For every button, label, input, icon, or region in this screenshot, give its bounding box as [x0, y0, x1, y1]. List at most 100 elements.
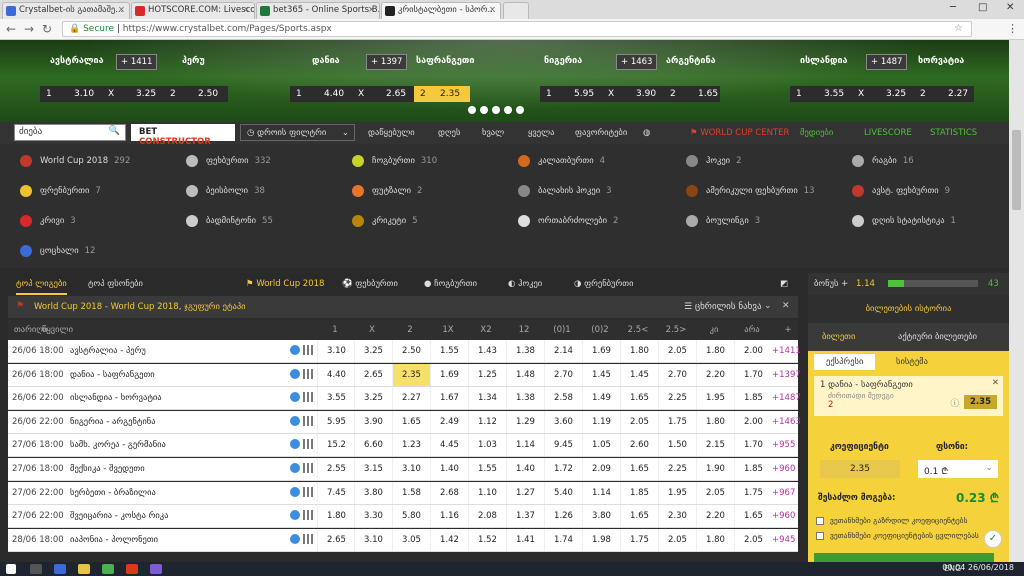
- odd-cell[interactable]: 1.65: [392, 410, 430, 433]
- odd-cell[interactable]: 1.03: [468, 434, 506, 457]
- odd-cell[interactable]: 3.80: [582, 505, 620, 528]
- odd-cell[interactable]: 1.90: [696, 458, 734, 480]
- odd-cell[interactable]: 3.90: [354, 410, 392, 433]
- stats-icon[interactable]: [290, 463, 300, 473]
- odd-cell[interactable]: 2.30: [658, 505, 696, 528]
- odd-cell[interactable]: 7.45: [317, 481, 355, 504]
- close-icon[interactable]: ✕: [992, 378, 999, 388]
- tab-system[interactable]: სისტემა: [896, 357, 928, 367]
- more-markets-link[interactable]: +1397: [772, 370, 801, 380]
- odd-cell[interactable]: 1.80: [696, 340, 734, 362]
- odd-cell[interactable]: 1.14: [506, 434, 544, 457]
- chart-bars-icon[interactable]: [303, 345, 313, 355]
- odd-cell[interactable]: 1.58: [392, 481, 430, 504]
- start-icon[interactable]: [6, 564, 16, 574]
- odd-cell[interactable]: 1.85: [734, 387, 772, 410]
- odd-cell[interactable]: 1.34: [468, 387, 506, 410]
- tab-express[interactable]: ექსპრესი: [814, 354, 876, 370]
- more-markets-link[interactable]: +1411: [772, 346, 801, 356]
- stats-icon[interactable]: [290, 439, 300, 450]
- more-markets-link[interactable]: +960: [772, 464, 795, 474]
- close-icon[interactable]: ×: [368, 5, 375, 15]
- odd-cell[interactable]: 4.45: [430, 434, 468, 457]
- carousel-dot[interactable]: [492, 106, 500, 114]
- odd-away[interactable]: 2.50: [198, 86, 218, 102]
- odd-cell[interactable]: 2.14: [544, 340, 582, 362]
- tab-hockey[interactable]: ◐ ჰოკეი: [508, 279, 542, 289]
- odd-cell[interactable]: 3.30: [354, 505, 392, 528]
- more-markets-link[interactable]: +1463: [772, 417, 801, 427]
- odd-cell[interactable]: 2.27: [392, 387, 430, 410]
- odd-cell[interactable]: 2.25: [658, 458, 696, 480]
- odd-draw[interactable]: 3.25: [136, 86, 156, 102]
- odd-cell[interactable]: 1.48: [506, 363, 544, 386]
- time-filter-dropdown[interactable]: ◷ დროის ფილტრი ⌄: [240, 124, 355, 141]
- accept-odds-change-checkbox[interactable]: ვეთანხმები კოეფიციენტების ცვლილებას: [816, 531, 996, 540]
- odd-cell[interactable]: 2.00: [734, 340, 772, 362]
- odd-cell[interactable]: 1.67: [430, 387, 468, 410]
- odd-cell[interactable]: 1.27: [506, 481, 544, 504]
- odd-cell[interactable]: 1.74: [544, 528, 582, 551]
- odd-away[interactable]: 1.65: [698, 86, 718, 102]
- more-markets-link[interactable]: +945: [772, 535, 795, 545]
- chevron-down-icon[interactable]: ⌄: [985, 463, 993, 473]
- livescore-link[interactable]: LIVESCORE: [864, 128, 912, 138]
- browser-tab-active[interactable]: კრისტალბეთი - სპორ... ×: [381, 2, 501, 19]
- odd-cell[interactable]: 1.40: [506, 458, 544, 480]
- odd-cell[interactable]: 3.05: [392, 528, 430, 551]
- odd-cell[interactable]: 2.49: [430, 410, 468, 433]
- odd-home[interactable]: 3.10: [74, 86, 94, 102]
- search-input[interactable]: ძიება 🔍: [14, 124, 126, 141]
- statistics-link[interactable]: STATISTICS: [930, 128, 977, 138]
- stats-icon[interactable]: [290, 415, 300, 426]
- odd-draw[interactable]: 2.65: [386, 86, 406, 102]
- odd-cell[interactable]: 2.15: [696, 434, 734, 457]
- odd-cell[interactable]: 1.85: [734, 458, 772, 480]
- nav-all[interactable]: ყველა: [528, 128, 554, 138]
- odd-cell[interactable]: 4.40: [317, 363, 355, 386]
- chrome-icon[interactable]: [102, 564, 114, 574]
- odd-cell[interactable]: 1.45: [582, 363, 620, 386]
- maximize-icon[interactable]: □: [978, 2, 987, 13]
- back-icon[interactable]: ←: [6, 22, 16, 36]
- match-name[interactable]: იაპონია - პოლონეთი: [70, 535, 158, 545]
- odd-cell[interactable]: 1.38: [506, 340, 544, 362]
- close-window-icon[interactable]: ✕: [1006, 2, 1014, 13]
- shield-icon[interactable]: ✓: [984, 530, 1002, 548]
- odd-draw[interactable]: 3.25: [886, 86, 906, 102]
- reload-icon[interactable]: ↻: [42, 22, 52, 36]
- odd-cell[interactable]: 15.2: [317, 434, 355, 457]
- odd-cell[interactable]: 2.05: [658, 528, 696, 551]
- more-markets-link[interactable]: +1487: [772, 393, 801, 403]
- browser-menu-icon[interactable]: ⋮: [1007, 22, 1018, 35]
- odd-cell[interactable]: 1.37: [506, 505, 544, 528]
- odd-cell[interactable]: 1.19: [582, 410, 620, 433]
- odd-cell[interactable]: 1.12: [468, 410, 506, 433]
- nav-today[interactable]: დღეს: [438, 128, 460, 138]
- odd-cell[interactable]: 3.15: [354, 458, 392, 480]
- odd-cell[interactable]: 1.80: [620, 340, 658, 362]
- scrollbar-thumb[interactable]: [1012, 130, 1021, 210]
- address-bar[interactable]: 🔒 Secure | https://www.crystalbet.com/Pa…: [62, 21, 972, 37]
- odd-draw[interactable]: 3.90: [636, 86, 656, 102]
- odd-cell[interactable]: 1.85: [620, 481, 658, 504]
- tab-football[interactable]: ⚽ ფეხბურთი: [342, 279, 398, 289]
- odd-cell[interactable]: 2.65: [317, 528, 355, 551]
- close-icon[interactable]: ×: [489, 5, 496, 15]
- collapse-icon[interactable]: ◩: [780, 279, 788, 289]
- odd-cell[interactable]: 2.08: [468, 505, 506, 528]
- chart-bars-icon[interactable]: [303, 463, 313, 473]
- odd-cell[interactable]: 1.25: [468, 363, 506, 386]
- new-tab-button[interactable]: [503, 2, 529, 19]
- odd-cell[interactable]: 1.65: [620, 505, 658, 528]
- tab-ticket[interactable]: ბილეთი: [822, 332, 855, 342]
- odd-cell[interactable]: 5.80: [392, 505, 430, 528]
- odd-cell[interactable]: 2.58: [544, 387, 582, 410]
- nav-favorites[interactable]: ფავორიტები: [575, 128, 627, 138]
- odd-cell[interactable]: 1.55: [468, 458, 506, 480]
- tab-top-leagues[interactable]: ტოპ ლიგები: [16, 279, 67, 295]
- search-icon[interactable]: [30, 564, 42, 574]
- stats-icon[interactable]: [290, 510, 300, 521]
- odd-away[interactable]: 2.27: [948, 86, 968, 102]
- odd-cell[interactable]: 2.20: [696, 505, 734, 528]
